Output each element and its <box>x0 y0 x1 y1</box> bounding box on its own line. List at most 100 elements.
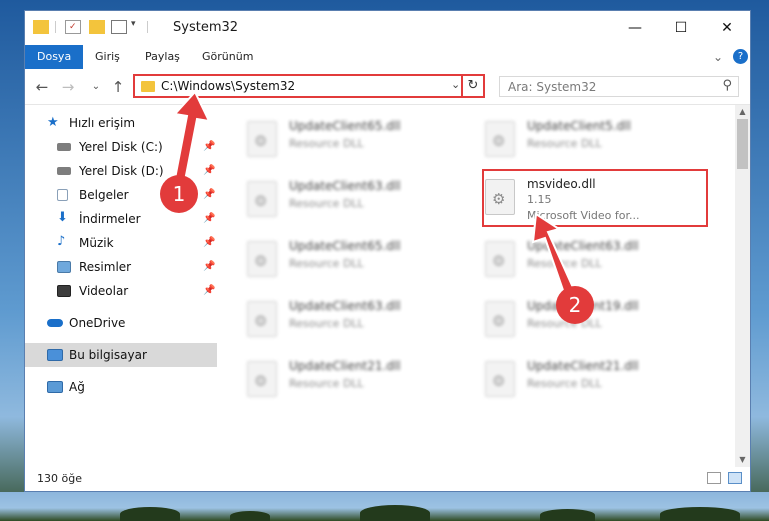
address-bar[interactable]: C:\Windows\System32 ⌄ <box>133 74 483 98</box>
search-placeholder: Ara: System32 <box>508 80 597 94</box>
sidebar-item-label: Müzik <box>79 236 114 250</box>
window-title: System32 <box>173 20 239 35</box>
sidebar-item-label: Hızlı erişim <box>69 116 136 130</box>
pin-icon[interactable]: 📌 <box>203 255 215 279</box>
gear-icon: ⚙ <box>254 372 268 390</box>
palm-silhouette <box>120 507 180 521</box>
drive-icon <box>57 143 71 151</box>
sidebar-item-drive-c[interactable]: Yerel Disk (C:) 📌 <box>25 135 217 159</box>
drive-icon <box>57 167 71 175</box>
music-icon: ♪ <box>57 234 66 249</box>
dll-file-icon: ⚙ <box>485 241 515 277</box>
view-icon[interactable] <box>111 20 127 34</box>
dll-file-icon: ⚙ <box>485 121 515 157</box>
network-icon <box>47 381 63 393</box>
scroll-up-icon[interactable]: ▲ <box>735 107 750 116</box>
search-input[interactable]: Ara: System32 ⚲ <box>499 76 739 97</box>
tiles-view-icon[interactable] <box>728 472 742 484</box>
gear-icon: ⚙ <box>254 192 268 210</box>
pin-icon[interactable]: 📌 <box>203 159 215 183</box>
file-item[interactable]: ⚙ UpdateClient21.dll Resource DLL <box>479 355 699 401</box>
folder-icon <box>141 81 155 92</box>
computer-icon <box>47 349 63 361</box>
dll-file-icon: ⚙ <box>247 301 277 337</box>
file-type: Resource DLL <box>289 317 364 330</box>
explorer-window: ✓ ▾ System32 — ☐ ✕ Dosya Giriş Paylaş Gö… <box>24 10 751 492</box>
videos-icon <box>57 285 71 297</box>
scroll-thumb[interactable] <box>737 119 748 169</box>
folder-icon <box>33 20 49 34</box>
dll-file-icon: ⚙ <box>247 241 277 277</box>
sidebar-item-quick-access[interactable]: ★ Hızlı erişim <box>25 111 217 135</box>
vertical-scrollbar[interactable]: ▲ ▼ <box>735 105 750 467</box>
file-item[interactable]: ⚙ UpdateClient5.dll Resource DLL <box>479 115 699 161</box>
file-type: Resource DLL <box>289 137 364 150</box>
scroll-down-icon[interactable]: ▼ <box>735 455 750 464</box>
close-button[interactable]: ✕ <box>704 11 750 45</box>
tab-home[interactable]: Giriş <box>95 45 120 69</box>
file-item[interactable]: ⚙ UpdateClient63.dll Resource DLL <box>241 295 461 341</box>
tab-share[interactable]: Paylaş <box>145 45 180 69</box>
sidebar-item-label: Videolar <box>79 284 129 298</box>
tab-file[interactable]: Dosya <box>25 45 84 69</box>
up-button[interactable]: ↑ <box>109 78 127 96</box>
step-1-badge: 1 <box>160 175 198 213</box>
pin-icon[interactable]: 📌 <box>203 231 215 255</box>
sidebar-item-this-pc[interactable]: Bu bilgisayar <box>25 343 217 367</box>
pin-icon[interactable]: 📌 <box>203 279 215 303</box>
gear-icon: ⚙ <box>254 132 268 150</box>
item-count: 130 öğe <box>37 472 82 485</box>
gear-icon: ⚙ <box>254 252 268 270</box>
maximize-button[interactable]: ☐ <box>658 11 704 45</box>
sidebar-item-network[interactable]: Ağ <box>25 375 217 399</box>
dll-file-icon: ⚙ <box>247 361 277 397</box>
file-item[interactable]: ⚙ UpdateClient63.dll Resource DLL <box>241 175 461 221</box>
pin-icon[interactable]: 📌 <box>203 135 215 159</box>
minimize-button[interactable]: — <box>612 11 658 45</box>
customize-dropdown-icon[interactable]: ▾ <box>131 19 147 33</box>
tab-view[interactable]: Görünüm <box>202 45 253 69</box>
refresh-button[interactable]: ↻ <box>461 74 485 98</box>
palm-silhouette <box>230 511 270 521</box>
sidebar-item-videos[interactable]: Videolar 📌 <box>25 279 217 303</box>
pin-icon[interactable]: 📌 <box>203 207 215 231</box>
gear-icon: ⚙ <box>492 312 506 330</box>
dll-file-icon: ⚙ <box>485 301 515 337</box>
sidebar-item-music[interactable]: ♪ Müzik 📌 <box>25 231 217 255</box>
gear-icon: ⚙ <box>492 372 506 390</box>
file-item[interactable]: ⚙ UpdateClient63.dll Resource DLL <box>479 235 699 281</box>
sidebar-item-label: Yerel Disk (D:) <box>79 164 164 178</box>
file-name: UpdateClient21.dll <box>289 359 401 373</box>
highlight-box-msvideo <box>482 169 708 227</box>
forward-button[interactable]: → <box>59 78 77 96</box>
chevron-down-icon[interactable]: ⌄ <box>451 78 460 91</box>
file-name: UpdateClient65.dll <box>289 239 401 253</box>
file-type: Resource DLL <box>527 137 602 150</box>
step-2-badge: 2 <box>556 286 594 324</box>
pin-icon[interactable]: 📌 <box>203 183 215 207</box>
back-button[interactable]: ← <box>33 78 51 96</box>
file-name: UpdateClient21.dll <box>527 359 639 373</box>
gear-icon: ⚙ <box>492 252 506 270</box>
ribbon-tabs: Dosya Giriş Paylaş Görünüm ⌄ ? <box>25 45 750 69</box>
file-item[interactable]: ⚙ UpdateClient65.dll Resource DLL <box>241 235 461 281</box>
sidebar-item-label: OneDrive <box>69 316 126 330</box>
desktop-background <box>0 492 769 521</box>
gear-icon: ⚙ <box>492 132 506 150</box>
divider <box>147 21 148 33</box>
ribbon-expand-icon[interactable]: ⌄ <box>713 45 723 69</box>
help-icon[interactable]: ? <box>733 49 748 64</box>
details-view-icon[interactable] <box>707 472 721 484</box>
file-item[interactable]: ⚙ UpdateClient21.dll Resource DLL <box>241 355 461 401</box>
recent-locations-button[interactable]: ⌄ <box>87 81 105 92</box>
new-folder-icon[interactable] <box>89 20 105 34</box>
title-bar: ✓ ▾ System32 — ☐ ✕ <box>25 11 750 45</box>
file-name: UpdateClient65.dll <box>289 119 401 133</box>
palm-silhouette <box>660 507 740 521</box>
dll-file-icon: ⚙ <box>485 361 515 397</box>
file-item[interactable]: ⚙ UpdateClient65.dll Resource DLL <box>241 115 461 161</box>
sidebar-item-onedrive[interactable]: OneDrive <box>25 311 217 335</box>
properties-icon[interactable]: ✓ <box>65 20 81 34</box>
sidebar-item-pictures[interactable]: Resimler 📌 <box>25 255 217 279</box>
file-name: UpdateClient63.dll <box>527 239 639 253</box>
